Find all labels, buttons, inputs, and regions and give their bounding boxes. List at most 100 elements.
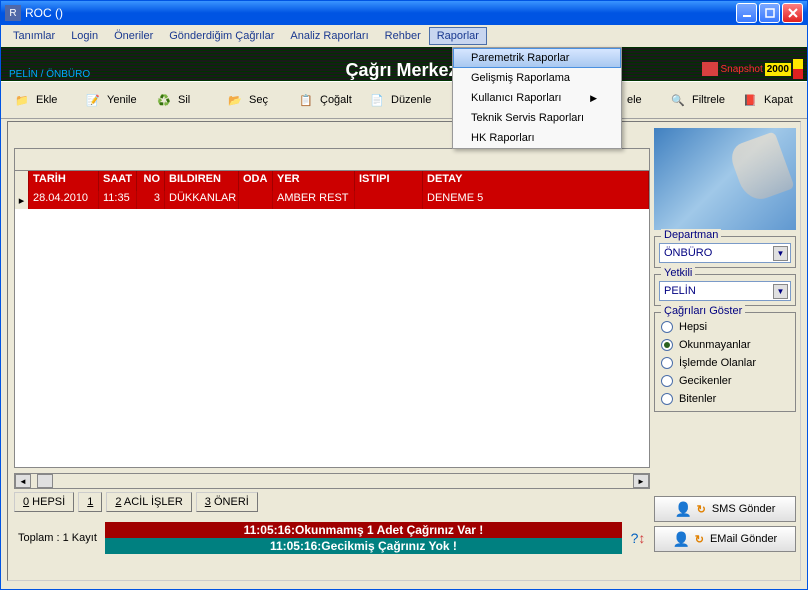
sms-button[interactable]: ↻SMS Gönder [654, 496, 796, 522]
menu-tanimlar[interactable]: Tanımlar [5, 27, 63, 45]
horizontal-scrollbar[interactable]: ◄ ► [14, 473, 650, 489]
col-header-bildiren[interactable]: BILDIREN [165, 171, 239, 191]
app-window: R ROC () Tanımlar Login Öneriler Gönderd… [0, 0, 808, 590]
cell-no: 3 [137, 191, 165, 209]
tab-1[interactable]: 1 [78, 492, 102, 512]
goster-fieldset: Çağrıları Göster Hepsi Okunmayanlar İşle… [654, 312, 796, 412]
col-header-saat[interactable]: SAAT [99, 171, 137, 191]
menu-gonderdigim[interactable]: Gönderdiğim Çağrılar [161, 27, 282, 45]
tool-label: ele [627, 94, 642, 106]
col-header-detay[interactable]: DETAY [423, 171, 649, 191]
snapshot-label: Snapshot [720, 64, 762, 75]
tool-label: Çoğalt [320, 94, 352, 106]
button-label: EMail Gönder [710, 533, 777, 545]
cell-yer: AMBER REST [273, 191, 355, 209]
radio-islemde[interactable]: İşlemde Olanlar [661, 357, 789, 369]
radio-hepsi[interactable]: Hepsi [661, 321, 789, 333]
radio-bitenler[interactable]: Bitenler [661, 393, 789, 405]
radio-icon [661, 375, 673, 387]
scroll-thumb[interactable] [37, 474, 53, 488]
radio-okunmayanlar[interactable]: Okunmayanlar [661, 339, 789, 351]
col-header-yer[interactable]: YER [273, 171, 355, 191]
dropdown-item-label: Gelişmiş Raporlama [471, 72, 570, 84]
grid-topbar [15, 149, 649, 171]
menu-analiz[interactable]: Analiz Raporları [282, 27, 376, 45]
radio-gecikenler[interactable]: Gecikenler [661, 375, 789, 387]
year-badge: 2000 [765, 63, 791, 76]
dropdown-parametrik[interactable]: Paremetrik Raporlar [453, 48, 621, 68]
button-label: SMS Gönder [712, 503, 776, 515]
toolbar: 📁Ekle 📝Yenile ♻️Sil 📂 Seç 📋 Çoğalt 📄Düzenl… [1, 81, 807, 119]
page-title: Çağrı Merkezi [345, 60, 462, 81]
snapshot-icon [702, 62, 718, 76]
folder-add-icon: 📁 [12, 90, 32, 110]
radio-icon [661, 357, 673, 369]
scroll-left-icon[interactable]: ◄ [15, 474, 31, 488]
tool-sil[interactable]: ♻️Sil [147, 85, 217, 115]
status-row: Toplam : 1 Kayıt 11:05:16:Okunmamış 1 Ad… [14, 522, 650, 554]
menu-oneriler[interactable]: Öneriler [106, 27, 161, 45]
data-grid[interactable]: TARİH SAAT NO BILDIREN ODA YER ISTIPI DE… [14, 148, 650, 468]
status-unread: 11:05:16:Okunmamış 1 Adet Çağrınız Var ! [105, 522, 622, 538]
person-icon [675, 501, 691, 517]
radio-icon [661, 339, 673, 351]
banner-right: Snapshot 2000 [702, 59, 803, 79]
row-indicator-icon: ▸ [15, 191, 29, 209]
tool-kapat[interactable]: 📕Kapat [733, 85, 803, 115]
table-row[interactable]: ▸ 28.04.2010 11:35 3 DÜKKANLAR AMBER RES… [15, 191, 649, 209]
copy-icon: 📋 [296, 90, 316, 110]
cell-saat: 11:35 [99, 191, 137, 209]
hero-image [654, 128, 796, 230]
window-controls [736, 3, 803, 23]
select-icon: 📂 [225, 90, 245, 110]
cell-bildiren: DÜKKANLAR [165, 191, 239, 209]
tool-filtrele[interactable]: 🔍Filtrele [661, 85, 732, 115]
tool-label: Seç [249, 94, 268, 106]
tab-acil[interactable]: 2 ACİL İŞLER [106, 492, 191, 512]
col-header-oda[interactable]: ODA [239, 171, 273, 191]
chevron-down-icon: ▼ [773, 246, 788, 261]
maximize-button[interactable] [759, 3, 780, 23]
scroll-right-icon[interactable]: ► [633, 474, 649, 488]
titlebar: R ROC () [1, 1, 807, 25]
dropdown-item-label: Teknik Servis Raporları [471, 112, 584, 124]
departman-select[interactable]: ÖNBÜRO ▼ [659, 243, 791, 263]
menu-login[interactable]: Login [63, 27, 106, 45]
submenu-arrow-icon: ▶ [590, 93, 597, 104]
menu-raporlar[interactable]: Raporlar [429, 27, 487, 45]
close-button[interactable] [782, 3, 803, 23]
dropdown-item-label: HK Raporları [471, 132, 535, 144]
minimize-button[interactable] [736, 3, 757, 23]
tool-sec[interactable]: 📂 Seç [218, 85, 288, 115]
dropdown-hk[interactable]: HK Raporları [453, 128, 621, 148]
yetkili-fieldset: Yetkili PELİN ▼ [654, 274, 796, 306]
dropdown-gelismis[interactable]: Gelişmiş Raporlama [453, 68, 621, 88]
tab-hepsi[interactable]: 0 HEPSİ [14, 492, 74, 512]
dropdown-kullanici[interactable]: Kullanıcı Raporları▶ [453, 88, 621, 108]
user-context-label: PELİN / ÖNBÜRO [9, 69, 90, 80]
tool-ekle[interactable]: 📁Ekle [5, 85, 75, 115]
tool-yenile[interactable]: 📝Yenile [76, 85, 146, 115]
window-title: ROC () [25, 6, 736, 20]
tab-oneri[interactable]: 3 ÖNERİ [196, 492, 258, 512]
content-area: TARİH SAAT NO BILDIREN ODA YER ISTIPI DE… [7, 121, 801, 581]
raporlar-dropdown: Paremetrik Raporlar Gelişmiş Raporlama K… [452, 47, 622, 149]
departman-legend: Departman [661, 229, 721, 241]
tool-cogalt[interactable]: 📋 Çoğalt [289, 85, 359, 115]
radio-label: Bitenler [679, 393, 716, 405]
menu-rehber[interactable]: Rehber [377, 27, 429, 45]
col-header-istipi[interactable]: ISTIPI [355, 171, 423, 191]
dropdown-teknik[interactable]: Teknik Servis Raporları [453, 108, 621, 128]
dropdown-item-label: Paremetrik Raporlar [471, 52, 569, 64]
tool-duzenle[interactable]: 📄Düzenle [360, 85, 438, 115]
help-icon[interactable]: ?↕ [626, 526, 650, 550]
right-panel: Departman ÖNBÜRO ▼ Yetkili PELİN ▼ Çağrı… [654, 128, 796, 572]
departman-fieldset: Departman ÖNBÜRO ▼ [654, 236, 796, 268]
tool-ele[interactable]: ele [620, 85, 660, 115]
yetkili-select[interactable]: PELİN ▼ [659, 281, 791, 301]
menubar: Tanımlar Login Öneriler Gönderdiğim Çağr… [1, 25, 807, 47]
col-header-no[interactable]: NO [137, 171, 165, 191]
col-header-tarih[interactable]: TARİH [29, 171, 99, 191]
chevron-down-icon: ▼ [773, 284, 788, 299]
email-button[interactable]: ↻EMail Gönder [654, 526, 796, 552]
